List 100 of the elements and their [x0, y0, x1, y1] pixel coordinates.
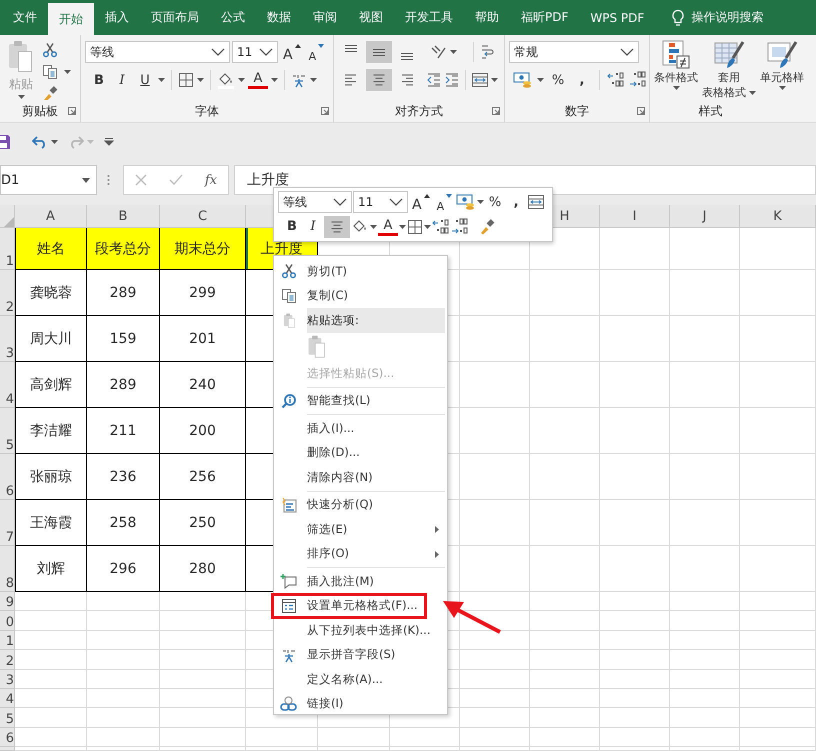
menu-item[interactable]: 定义名称(A)...	[274, 667, 447, 692]
row-number[interactable]: 0	[0, 611, 15, 631]
row-number[interactable]: 4	[0, 362, 15, 408]
menu-item[interactable]: 链接(I)	[274, 692, 447, 716]
column-header[interactable]: J	[670, 205, 740, 228]
caret-icon[interactable]	[238, 78, 245, 82]
chevron-icon[interactable]	[389, 198, 403, 206]
middle-align-button[interactable]	[366, 41, 392, 63]
row-number[interactable]: 5	[0, 708, 15, 728]
decrease-decimal-icon[interactable]	[629, 71, 647, 89]
font-size-field[interactable]: 11	[232, 41, 278, 63]
row-number[interactable]: 1	[0, 630, 15, 650]
caret-icon[interactable]	[51, 140, 58, 144]
accounting-format-icon[interactable]	[456, 193, 476, 212]
dialog-launcher-icon[interactable]	[492, 107, 500, 115]
copy-icon[interactable]	[42, 64, 58, 80]
font-size-field[interactable]: 11	[353, 191, 408, 214]
menu-item[interactable]: 快速分析(Q)	[274, 492, 447, 517]
ribbon-tab[interactable]: 文件	[2, 0, 48, 35]
search-hint[interactable]: 操作说明搜索	[691, 9, 764, 26]
caret-icon[interactable]	[399, 224, 406, 229]
caret-icon[interactable]	[158, 78, 165, 82]
menu-item[interactable]: 删除(D)...	[274, 440, 447, 465]
ribbon-tab[interactable]: 帮助	[464, 0, 510, 35]
row-number[interactable]: 5	[0, 408, 15, 454]
caret-icon[interactable]	[450, 50, 457, 54]
caret-icon[interactable]	[491, 78, 498, 82]
row-number[interactable]: 6	[0, 728, 15, 748]
accounting-format-icon[interactable]	[513, 71, 533, 89]
row-number[interactable]: 1	[0, 228, 15, 270]
ribbon-tab[interactable]: 数据	[256, 0, 302, 35]
chevron-icon[interactable]	[259, 48, 273, 56]
menu-item[interactable]: 显示拼音字段(S)	[274, 642, 447, 667]
caret-icon[interactable]	[64, 70, 71, 74]
increase-font-button[interactable]: A	[280, 41, 304, 63]
caret-icon[interactable]	[370, 224, 377, 229]
ribbon-tab[interactable]: 插入	[94, 0, 140, 35]
decrease-decimal-icon[interactable]	[451, 218, 469, 236]
caret-icon[interactable]	[477, 200, 484, 204]
cell-styles-button[interactable]: 单元格样	[758, 40, 806, 100]
caret-icon[interactable]	[197, 78, 204, 82]
merge-cells-icon[interactable]	[527, 194, 546, 210]
center-align-button[interactable]	[366, 69, 392, 91]
caret-icon[interactable]	[310, 78, 317, 82]
format-as-table-button[interactable]: 套用 表格格式	[700, 40, 758, 100]
row-number[interactable]: 2	[0, 270, 15, 316]
column-header[interactable]: K	[740, 205, 816, 228]
menu-item[interactable]: 从下拉列表中选择(K)...	[274, 618, 447, 642]
increase-decimal-icon[interactable]	[607, 71, 625, 89]
column-header[interactable]: C	[160, 205, 246, 228]
menu-item[interactable]: 排序(O)	[274, 542, 447, 566]
column-header[interactable]: A	[15, 205, 87, 228]
dialog-launcher-icon[interactable]	[68, 107, 76, 115]
menu-item[interactable]: 插入批注(M)	[274, 569, 447, 594]
row-number[interactable]: 3	[0, 316, 15, 362]
row-number[interactable]: 3	[0, 670, 15, 689]
chevron-icon[interactable]	[211, 48, 225, 56]
ribbon-tab[interactable]: 福昕PDF	[510, 0, 580, 35]
format-painter-icon[interactable]	[479, 218, 495, 235]
menu-item[interactable]: 设置单元格格式(F)...	[274, 594, 447, 618]
dialog-launcher-icon[interactable]	[637, 107, 645, 115]
ribbon-tab[interactable]: 开始	[48, 3, 94, 35]
comma-button[interactable]: ,	[572, 69, 592, 91]
menu-item[interactable]: 清除内容(N)	[274, 465, 447, 490]
column-header[interactable]: I	[600, 205, 670, 228]
decrease-indent-icon[interactable]	[426, 72, 442, 88]
name-box[interactable]: D1	[0, 165, 97, 195]
fill-bucket-icon[interactable]	[217, 71, 235, 89]
phonetic-guide-icon[interactable]	[291, 72, 307, 88]
caret-icon[interactable]	[537, 78, 544, 82]
ribbon-tab[interactable]: 视图	[348, 0, 394, 35]
bold-button[interactable]: B	[89, 69, 109, 91]
center-align-button[interactable]	[324, 216, 350, 238]
chevron-icon[interactable]	[620, 48, 634, 56]
insert-function-button[interactable]: fx	[204, 172, 217, 188]
increase-indent-icon[interactable]	[444, 72, 460, 88]
ribbon-tab[interactable]: 公式	[210, 0, 256, 35]
ribbon-tab[interactable]: 开发工具	[394, 0, 464, 35]
percent-button[interactable]: %	[548, 69, 568, 91]
cut-icon[interactable]	[42, 42, 58, 58]
font-name-field[interactable]: 等线	[278, 191, 352, 214]
number-format-field[interactable]: 常规	[509, 41, 639, 63]
row-number[interactable]: 6	[0, 454, 15, 500]
borders-icon[interactable]	[178, 72, 194, 88]
ribbon-tab[interactable]: 审阅	[302, 0, 348, 35]
font-color-button[interactable]: A	[378, 218, 398, 236]
underline-button[interactable]: U	[135, 69, 155, 91]
row-number[interactable]: 2	[0, 650, 15, 670]
chevron-icon[interactable]	[333, 198, 347, 206]
menu-item[interactable]: 复制(C)	[274, 284, 447, 308]
customize-toolbar-icon[interactable]	[104, 136, 114, 146]
dialog-launcher-icon[interactable]	[321, 107, 329, 115]
row-number[interactable]: 7	[0, 500, 15, 546]
row-number[interactable]: 8	[0, 546, 15, 592]
decrease-font-button[interactable]: A	[306, 41, 328, 63]
wrap-text-icon[interactable]	[479, 43, 495, 61]
lightbulb-icon[interactable]	[671, 8, 686, 26]
column-header[interactable]: B	[87, 205, 160, 228]
ribbon-tab[interactable]: 页面布局	[140, 0, 210, 35]
borders-icon[interactable]	[407, 218, 423, 235]
